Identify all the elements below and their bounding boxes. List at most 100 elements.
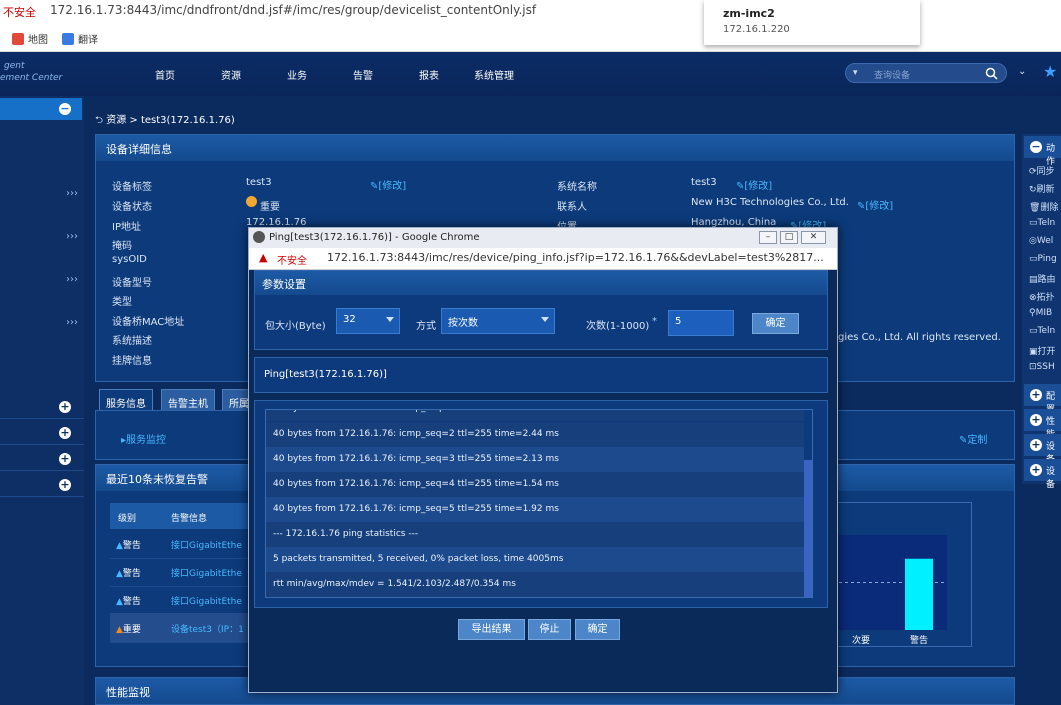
ping-output-list[interactable]: 40 bytes from 172.16.1.76: icmp_seq=1 tt… — [265, 409, 813, 598]
output-line: 40 bytes from 172.16.1.76: icmp_seq=3 tt… — [266, 447, 804, 472]
collapse-icon[interactable]: − — [59, 103, 71, 115]
packet-size-select[interactable]: 32 — [336, 308, 400, 334]
alarm-row[interactable]: ▲警告 接口GigabitEthe — [110, 585, 250, 615]
breadcrumb: ⮌ 资源 > test3(172.16.1.76) — [95, 115, 235, 126]
sidebar-section[interactable]: + — [0, 395, 84, 419]
search-filter-icon[interactable]: ▾ — [853, 68, 858, 78]
stop-button[interactable]: 停止 — [528, 619, 571, 640]
count-input[interactable]: 5 — [668, 310, 734, 336]
search-input[interactable]: 查询设备 — [874, 68, 910, 81]
edit-device-tag-link[interactable]: ✎[修改] — [370, 177, 406, 192]
chart-bar-1[interactable] — [905, 558, 933, 630]
mode-label: 方式 — [416, 321, 436, 332]
nav-service[interactable]: 业务 — [287, 67, 307, 82]
nav-resource[interactable]: 资源 — [221, 67, 241, 82]
sidebar-header: − — [0, 98, 82, 120]
alarm-row[interactable]: ▲警告 接口GigabitEthe — [110, 529, 250, 559]
action-open[interactable]: ▣打开 — [1029, 344, 1056, 357]
address-url[interactable]: 172.16.1.73:8443/imc/dndfront/dnd.jsf#/i… — [50, 3, 536, 17]
output-line: 40 bytes from 172.16.1.76: icmp_seq=1 tt… — [266, 410, 804, 421]
alarm-chart: 次要 警告 — [826, 502, 972, 647]
action-telnet2[interactable]: ▭Teln — [1029, 326, 1055, 336]
minimize-button[interactable]: – — [759, 231, 777, 244]
perf-header[interactable]: +性能 — [1024, 409, 1061, 440]
mode-select[interactable]: 按次数 — [441, 308, 555, 334]
translate-icon — [62, 33, 74, 45]
output-line: 40 bytes from 172.16.1.76: icmp_seq=4 tt… — [266, 472, 804, 497]
close-button[interactable]: ✕ — [801, 231, 826, 244]
bookmark-map[interactable]: 地图 — [12, 31, 48, 46]
tab-alarm-host[interactable]: 告警主机 — [161, 389, 215, 411]
value-device-tag: test3 — [246, 177, 272, 188]
expand-arrow-icon[interactable]: ››› — [66, 274, 78, 285]
value-device-status: 重要 — [260, 202, 280, 213]
search-icon[interactable] — [985, 67, 998, 80]
label-device-status: 设备状态 — [112, 202, 152, 213]
dialog-url[interactable]: 172.16.1.73:8443/imc/res/device/ping_inf… — [327, 251, 824, 264]
action-web[interactable]: ◎Wel — [1029, 236, 1053, 246]
action-topology[interactable]: ⊗拓扑 — [1029, 290, 1055, 303]
sidebar-section[interactable]: + — [0, 421, 84, 445]
chart-category-label: 次要 — [852, 634, 870, 646]
edit-sys-name-link[interactable]: ✎[修改] — [736, 177, 772, 192]
expand-arrow-icon[interactable]: ››› — [66, 188, 78, 199]
actions-header[interactable]: − 动作 — [1024, 136, 1061, 167]
status-dot-icon — [246, 196, 257, 207]
action-refresh[interactable]: ↻刷新 — [1029, 182, 1055, 195]
action-delete[interactable]: 🗑删除 — [1029, 200, 1058, 213]
ok-button[interactable]: 确定 — [752, 313, 799, 334]
alarm-row[interactable]: ▲警告 接口GigabitEthe — [110, 557, 250, 587]
ping-target-title: Ping[test3(172.16.1.76)] — [254, 357, 828, 393]
label-bridge-mac: 设备桥MAC地址 — [112, 317, 185, 328]
expand-arrow-icon[interactable]: ››› — [66, 231, 78, 242]
warning-icon: ▲ — [116, 597, 123, 607]
output-line: 5 packets transmitted, 5 received, 0% pa… — [266, 547, 804, 572]
label-sysoid: sysOID — [112, 254, 147, 265]
sidebar-section[interactable]: + — [0, 447, 84, 471]
nav-report[interactable]: 报表 — [419, 67, 439, 82]
action-ssh[interactable]: ⊡SSH — [1029, 362, 1055, 372]
config-header[interactable]: +配置 — [1024, 384, 1061, 415]
star-icon[interactable]: ★ — [1043, 62, 1057, 81]
back-icon[interactable]: ⮌ — [95, 115, 103, 126]
customize-link[interactable]: ✎定制 — [959, 431, 987, 446]
output-line: rtt min/avg/max/mdev = 1.541/2.103/2.487… — [266, 572, 804, 597]
sidebar-section[interactable]: + — [0, 473, 84, 497]
bookmark-translate[interactable]: 翻译 — [62, 31, 98, 46]
nav-home[interactable]: 首页 — [155, 67, 175, 82]
output-line: --- 172.16.1.76 ping statistics --- — [266, 522, 804, 547]
device-header-2[interactable]: + 设备 — [1024, 459, 1061, 490]
action-ping[interactable]: ▭Ping — [1029, 254, 1057, 264]
alarm-row[interactable]: ▲重要 设备test3（IP：1 — [110, 613, 250, 643]
ping-dialog: Ping[test3(172.16.1.76)] - Google Chrome… — [248, 227, 838, 693]
major-alarm-icon: ▲ — [116, 625, 123, 635]
search-box[interactable]: ▾ 查询设备 — [845, 63, 1007, 83]
service-monitor-link[interactable]: ▸服务监控 — [121, 431, 166, 446]
label-tag-info: 挂牌信息 — [112, 356, 152, 367]
dialog-address-bar[interactable]: ▲ 不安全 172.16.1.73:8443/imc/res/device/pi… — [249, 248, 837, 270]
expand-arrow-icon[interactable]: ››› — [66, 317, 78, 328]
maximize-button[interactable]: □ — [780, 231, 798, 244]
dialog-titlebar[interactable]: Ping[test3(172.16.1.76)] - Google Chrome… — [249, 228, 837, 248]
chevron-down-icon[interactable]: ⌄ — [1018, 66, 1026, 77]
output-scrollbar[interactable] — [804, 410, 812, 597]
collapse-icon: − — [1030, 140, 1042, 153]
plus-icon: + — [59, 452, 71, 465]
action-route[interactable]: ▤路由 — [1029, 272, 1056, 285]
edit-contact-link[interactable]: ✎[修改] — [857, 197, 893, 212]
plus-icon: + — [59, 478, 71, 491]
device-header[interactable]: +设备 — [1024, 434, 1061, 465]
not-secure-label: 不安全 — [3, 6, 36, 19]
confirm-button[interactable]: 确定 — [575, 619, 620, 640]
export-button[interactable]: 导出结果 — [458, 619, 525, 640]
action-telnet[interactable]: ▭Teln — [1029, 218, 1055, 228]
label-mask: 掩码 — [112, 241, 132, 252]
nav-system[interactable]: 系统管理 — [474, 67, 514, 82]
chart-category-label: 警告 — [910, 634, 928, 646]
nav-alarm[interactable]: 告警 — [353, 67, 373, 82]
action-mib[interactable]: ⚲MIB — [1029, 308, 1052, 318]
tab-service-info[interactable]: 服务信息 — [99, 389, 153, 411]
warning-triangle-icon: ▲ — [259, 251, 268, 264]
action-sync[interactable]: ⟳同步 — [1029, 164, 1055, 177]
scrollbar-thumb[interactable] — [804, 460, 812, 597]
